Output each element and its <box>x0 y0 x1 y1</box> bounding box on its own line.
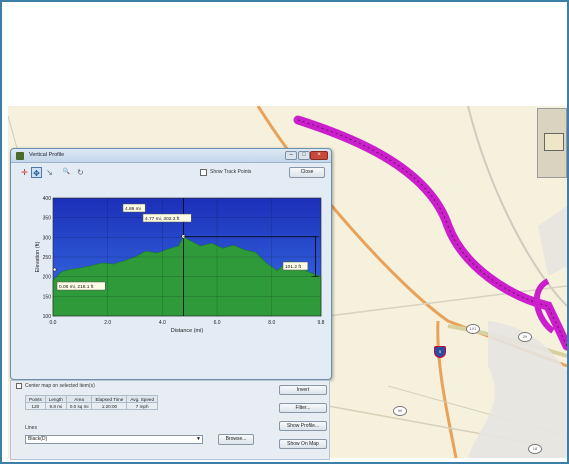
urban-area <box>468 321 567 458</box>
track-properties-panel: Center map on selected item(s) Points Le… <box>10 380 330 460</box>
x-tick-label: 2.0 <box>104 320 111 326</box>
select-tool-icon[interactable]: ✛ <box>19 167 30 178</box>
route-shield: 29 <box>518 332 532 342</box>
x-tick-label: 4.0 <box>159 320 166 326</box>
annotation-label: 4.77 mi, 302.3 ft <box>145 216 180 222</box>
close-window-button[interactable]: × <box>310 151 328 160</box>
y-tick-label: 200 <box>43 275 52 281</box>
track-stats-table: Points Length Area Elapsed Time Avg. Spe… <box>25 395 158 410</box>
invert-button[interactable]: Invert <box>279 385 327 395</box>
y-tick-label: 150 <box>43 294 52 300</box>
minimap-viewport <box>544 133 564 151</box>
table-header: Points <box>25 395 46 403</box>
y-tick-label: 300 <box>43 235 52 241</box>
line-style-select[interactable]: Black(D) ▼ <box>25 435 203 444</box>
line-style-value: Black(D) <box>28 436 48 442</box>
x-tick-label: 6.0 <box>214 320 221 326</box>
chevron-down-icon: ▼ <box>196 436 201 442</box>
track-line[interactable] <box>293 115 567 351</box>
table-header: Elapsed Time <box>91 395 128 403</box>
line-label: Lines <box>25 425 37 431</box>
center-map-label: Center map on selected item(s) <box>25 383 95 389</box>
route-shield: 18 <box>528 444 542 454</box>
elevation-chart[interactable]: 100 150 200 250 300 350 400 0.0 2.0 4.0 6.0 8.0 9.8 4… <box>33 194 329 338</box>
table-cell: 1:20:00 <box>91 402 128 410</box>
close-button[interactable]: Close <box>289 167 325 178</box>
route-shield: 99 <box>393 406 407 416</box>
table-header: Avg. Speed <box>126 395 158 403</box>
filter-button[interactable]: Filter... <box>279 403 327 413</box>
zoom-in-tool-icon[interactable]: 🔍 <box>61 167 72 178</box>
x-axis-label: Distance (mi) <box>171 328 204 334</box>
table-cell: 0.0 sq mi <box>65 402 93 410</box>
show-track-points-checkbox[interactable] <box>200 169 207 176</box>
profile-toolbar: ✛ ✥ ↘ 🔍 ↻ Show Track Points Close <box>19 167 329 179</box>
highway-road <box>436 320 458 458</box>
app-icon <box>16 152 24 160</box>
y-tick-label: 250 <box>43 255 52 261</box>
dialog-titlebar[interactable]: Vertical Profile – □ × <box>11 149 331 163</box>
annotation-label: 101.2 ft <box>285 264 302 270</box>
show-profile-button[interactable]: Show Profile... <box>279 421 327 431</box>
dialog-title: Vertical Profile <box>29 152 65 158</box>
table-cell: 120 <box>25 402 46 410</box>
minimize-button[interactable]: – <box>285 151 297 160</box>
table-cell: 7 mph <box>126 402 158 410</box>
urban-area <box>538 206 567 276</box>
annotation-label: 0.06 mi, 218.1 ft <box>59 284 94 290</box>
zoom-out-tool-icon[interactable]: ↻ <box>75 167 86 178</box>
table-row: 120 9.8 mi 0.0 sq mi 1:20:00 7 mph <box>25 402 158 410</box>
x-tick-label: 8.0 <box>268 320 275 326</box>
maximize-button[interactable]: □ <box>298 151 310 160</box>
y-tick-label: 350 <box>43 216 52 222</box>
overview-minimap[interactable] <box>537 108 567 178</box>
annotation-label: 4.86 mi <box>125 206 141 212</box>
table-header: Area <box>65 395 93 403</box>
x-tick-label: 9.8 <box>318 320 325 326</box>
center-map-checkbox[interactable] <box>16 383 22 389</box>
browse-button[interactable]: Browse... <box>218 434 254 445</box>
start-point <box>52 267 57 272</box>
elevation-chart-svg: 1001502002503003504000.0 2.0 4.0 6.0 8.0 9.84… <box>35 196 325 334</box>
vertical-profile-dialog: Vertical Profile – □ × ✛ ✥ ↘ 🔍 ↻ Show Tr… <box>10 148 332 380</box>
x-tick-label: 0.0 <box>50 320 57 326</box>
track-points <box>297 119 567 347</box>
show-on-map-button[interactable]: Show On Map <box>279 439 327 449</box>
route-shield: 101 <box>466 324 480 334</box>
measure-tool-icon[interactable]: ↘ <box>44 167 55 178</box>
show-track-points-label: Show Track Points <box>210 169 252 175</box>
table-cell: 9.8 mi <box>44 402 67 410</box>
interstate-shield-icon: 5 <box>434 346 446 358</box>
table-header: Length <box>44 395 67 403</box>
pan-tool-icon[interactable]: ✥ <box>31 167 42 178</box>
y-tick-label: 400 <box>43 196 52 202</box>
y-axis-label: Elevation (ft) <box>35 241 41 272</box>
